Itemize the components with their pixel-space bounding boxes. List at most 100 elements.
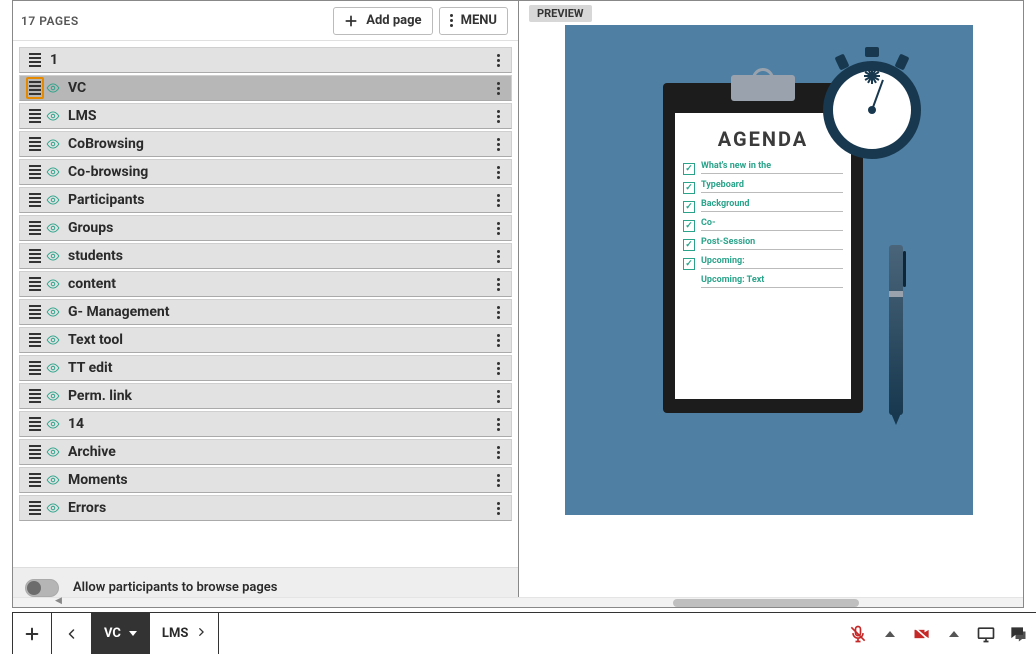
page-row[interactable]: students	[19, 243, 512, 269]
page-row[interactable]: VC	[19, 75, 512, 101]
drag-handle-icon[interactable]	[26, 501, 44, 515]
page-row[interactable]: Groups	[19, 215, 512, 241]
page-title-label: Co-browsing	[68, 164, 491, 180]
row-menu-button[interactable]	[491, 82, 505, 95]
row-menu-button[interactable]	[491, 110, 505, 123]
eye-icon[interactable]	[44, 81, 62, 95]
row-menu-button[interactable]	[491, 250, 505, 263]
page-row[interactable]: Participants	[19, 187, 512, 213]
page-row[interactable]: Perm. link	[19, 383, 512, 409]
mic-off-button[interactable]	[846, 622, 870, 646]
drag-handle-icon[interactable]	[26, 389, 44, 403]
page-title-label: TT edit	[68, 360, 491, 376]
page-row[interactable]: CoBrowsing	[19, 131, 512, 157]
page-title-label: Moments	[68, 472, 491, 488]
stopwatch-icon	[823, 61, 921, 159]
page-row[interactable]: Co-browsing	[19, 159, 512, 185]
drag-handle-icon[interactable]	[26, 137, 44, 151]
row-menu-button[interactable]	[491, 418, 505, 431]
row-menu-button[interactable]	[491, 138, 505, 151]
eye-icon[interactable]	[44, 137, 62, 151]
menu-button[interactable]: MENU	[439, 7, 508, 35]
page-row[interactable]: Moments	[19, 467, 512, 493]
drag-handle-icon[interactable]	[26, 305, 44, 319]
drag-handle-icon[interactable]	[26, 109, 44, 123]
row-menu-button[interactable]	[491, 278, 505, 291]
drag-handle-icon[interactable]	[26, 249, 44, 263]
page-row[interactable]: Text tool	[19, 327, 512, 353]
eye-icon[interactable]	[44, 249, 62, 263]
row-menu-button[interactable]	[491, 54, 505, 67]
row-menu-button[interactable]	[491, 222, 505, 235]
agenda-item: ✓Co-	[683, 220, 843, 232]
eye-icon[interactable]	[44, 473, 62, 487]
horizontal-scrollbar[interactable]: ◀	[13, 597, 1023, 607]
agenda-item: ✓Typeboard	[683, 182, 843, 194]
drag-handle-icon[interactable]	[26, 277, 44, 291]
screenshare-button[interactable]	[974, 622, 998, 646]
eye-icon[interactable]	[44, 305, 62, 319]
eye-icon[interactable]	[44, 221, 62, 235]
row-menu-button[interactable]	[491, 166, 505, 179]
drag-handle-icon[interactable]	[26, 77, 44, 99]
page-row[interactable]: 14	[19, 411, 512, 437]
prev-tab-button[interactable]	[52, 613, 92, 654]
drag-handle-icon[interactable]	[26, 165, 44, 179]
scroll-left-arrow[interactable]: ◀	[55, 596, 62, 606]
drag-handle-icon[interactable]	[26, 417, 44, 431]
page-title-label: content	[68, 276, 491, 292]
eye-icon[interactable]	[44, 501, 62, 515]
page-row[interactable]: content	[19, 271, 512, 297]
drag-handle-icon[interactable]	[26, 53, 44, 67]
left-pane: 17 PAGES Add page MENU 1VCLMSCoBrowsing C…	[13, 1, 519, 607]
agenda-item-text: Upcoming: Text	[701, 275, 764, 285]
camera-off-button[interactable]	[910, 622, 934, 646]
drag-handle-icon[interactable]	[26, 193, 44, 207]
page-row[interactable]: TT edit	[19, 355, 512, 381]
tab-lms[interactable]: LMS	[150, 613, 219, 654]
drag-handle-icon[interactable]	[26, 221, 44, 235]
tab-vc[interactable]: VC	[92, 613, 150, 654]
drag-handle-icon[interactable]	[26, 333, 44, 347]
row-menu-button[interactable]	[491, 362, 505, 375]
check-icon: ✓	[683, 201, 695, 213]
camera-toggle-caret[interactable]	[942, 622, 966, 646]
row-menu-button[interactable]	[491, 502, 505, 515]
agenda-item: ✓Post-Session	[683, 239, 843, 251]
allow-browse-toggle[interactable]	[25, 579, 59, 597]
mic-toggle-caret[interactable]	[878, 622, 902, 646]
eye-icon[interactable]	[44, 165, 62, 179]
row-menu-button[interactable]	[491, 306, 505, 319]
chat-button[interactable]	[1006, 622, 1030, 646]
drag-handle-icon[interactable]	[26, 473, 44, 487]
row-menu-button[interactable]	[491, 334, 505, 347]
eye-icon[interactable]	[44, 445, 62, 459]
plus-icon	[344, 14, 358, 28]
eye-icon[interactable]	[44, 417, 62, 431]
eye-icon[interactable]	[44, 361, 62, 375]
page-row[interactable]: G- Management	[19, 299, 512, 325]
row-menu-button[interactable]	[491, 474, 505, 487]
screen-icon	[976, 624, 996, 644]
row-menu-button[interactable]	[491, 390, 505, 403]
scroll-thumb[interactable]	[673, 599, 859, 607]
eye-icon[interactable]	[44, 277, 62, 291]
row-menu-button[interactable]	[491, 446, 505, 459]
drag-handle-icon[interactable]	[26, 361, 44, 375]
page-row[interactable]: Errors	[19, 495, 512, 521]
add-tab-button[interactable]	[12, 613, 52, 654]
row-menu-button[interactable]	[491, 194, 505, 207]
eye-icon[interactable]	[44, 193, 62, 207]
eye-icon[interactable]	[44, 389, 62, 403]
main-area: 17 PAGES Add page MENU 1VCLMSCoBrowsing C…	[12, 0, 1024, 608]
page-row[interactable]: LMS	[19, 103, 512, 129]
page-list[interactable]: 1VCLMSCoBrowsingCo-browsingParticipantsG…	[13, 41, 518, 567]
page-row[interactable]: 1	[19, 47, 512, 73]
eye-icon[interactable]	[44, 333, 62, 347]
add-page-button[interactable]: Add page	[333, 7, 432, 35]
drag-handle-icon[interactable]	[26, 445, 44, 459]
page-count-label: 17 PAGES	[21, 14, 79, 28]
page-row[interactable]: Archive	[19, 439, 512, 465]
agenda-item: ✓Upcoming: Text	[683, 277, 843, 289]
eye-icon[interactable]	[44, 109, 62, 123]
